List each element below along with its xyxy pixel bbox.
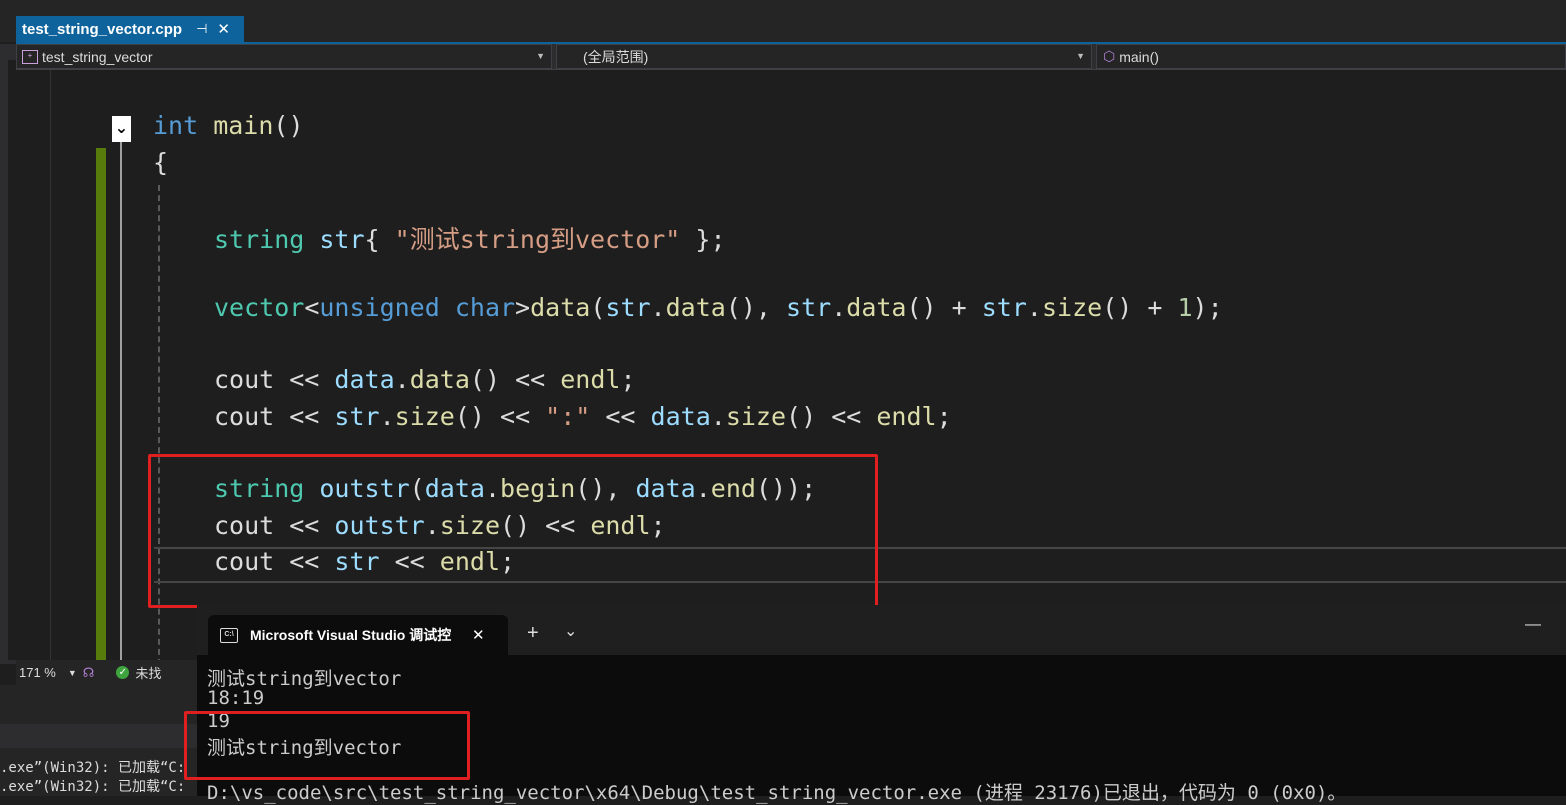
scope-dropdown[interactable]: (全局范围) ▼: [556, 44, 1092, 69]
copilot-icon[interactable]: ☊: [83, 665, 95, 681]
editor-status-bar: 171 % ▼ ☊ ✓ 未找: [16, 660, 200, 685]
minimize-button[interactable]: —: [1525, 616, 1541, 634]
collapse-icon[interactable]: ⌄: [112, 116, 131, 142]
change-tracking-bar: [96, 148, 106, 660]
zoom-level[interactable]: 171 %: [19, 665, 56, 680]
code-line: int main(): [153, 111, 304, 140]
project-dropdown[interactable]: + test_string_vector ▼: [16, 44, 552, 69]
code-line: {: [153, 148, 169, 177]
project-icon: +: [22, 49, 38, 64]
editor-margin: [16, 70, 51, 660]
code-line: cout << str.size() << ":" << data.size()…: [214, 402, 952, 431]
status-message: 未找: [135, 666, 162, 681]
cube-icon: ⬡: [1103, 48, 1116, 64]
outline-line: [120, 140, 122, 660]
output-line: .exe”(Win32): 已加载“C:: [0, 779, 186, 795]
new-tab-button[interactable]: +: [527, 622, 539, 645]
check-icon: ✓: [116, 666, 130, 679]
console-tab-title: Microsoft Visual Studio 调试控: [250, 627, 452, 643]
chevron-down-icon[interactable]: ▼: [68, 668, 77, 678]
chevron-down-icon: ▼: [536, 51, 545, 61]
member-name: main(): [1119, 48, 1159, 65]
terminal-icon: C:\: [220, 627, 238, 643]
highlight-box-code: [148, 454, 878, 608]
console-output-line: 18:19: [207, 687, 265, 709]
code-line: vector<unsigned char>data(str.data(), st…: [214, 293, 1223, 322]
console-exit-line: D:\vs_code\src\test_string_vector\x64\De…: [207, 782, 1347, 804]
member-dropdown[interactable]: ⬡ main(): [1096, 44, 1566, 69]
project-name: test_string_vector: [42, 48, 153, 65]
tab-test-string-vector[interactable]: test_string_vector.cpp ⊣ ✕: [16, 16, 244, 42]
chevron-down-icon: ▼: [1076, 51, 1085, 61]
output-toolbar: [0, 724, 200, 748]
scope-label: (全局范围): [583, 48, 649, 65]
output-line: .exe”(Win32): 已加载“C:: [0, 760, 186, 776]
code-line: string str{ "测试string到vector" };: [214, 225, 726, 254]
left-panel-gap: [8, 60, 16, 660]
navigation-bar: + test_string_vector ▼ (全局范围) ▼ ⬡ main(): [16, 44, 1566, 70]
console-tab[interactable]: C:\ Microsoft Visual Studio 调试控 ✕: [208, 615, 508, 655]
code-line: cout << data.data() << endl;: [214, 365, 636, 394]
close-tab-icon[interactable]: ✕: [217, 20, 230, 38]
close-icon[interactable]: ✕: [472, 626, 485, 644]
highlight-box-output: [184, 711, 470, 780]
pin-icon[interactable]: ⊣: [196, 22, 207, 37]
tab-title: test_string_vector.cpp: [22, 20, 183, 38]
dropdown-button[interactable]: ⌄: [564, 621, 577, 640]
